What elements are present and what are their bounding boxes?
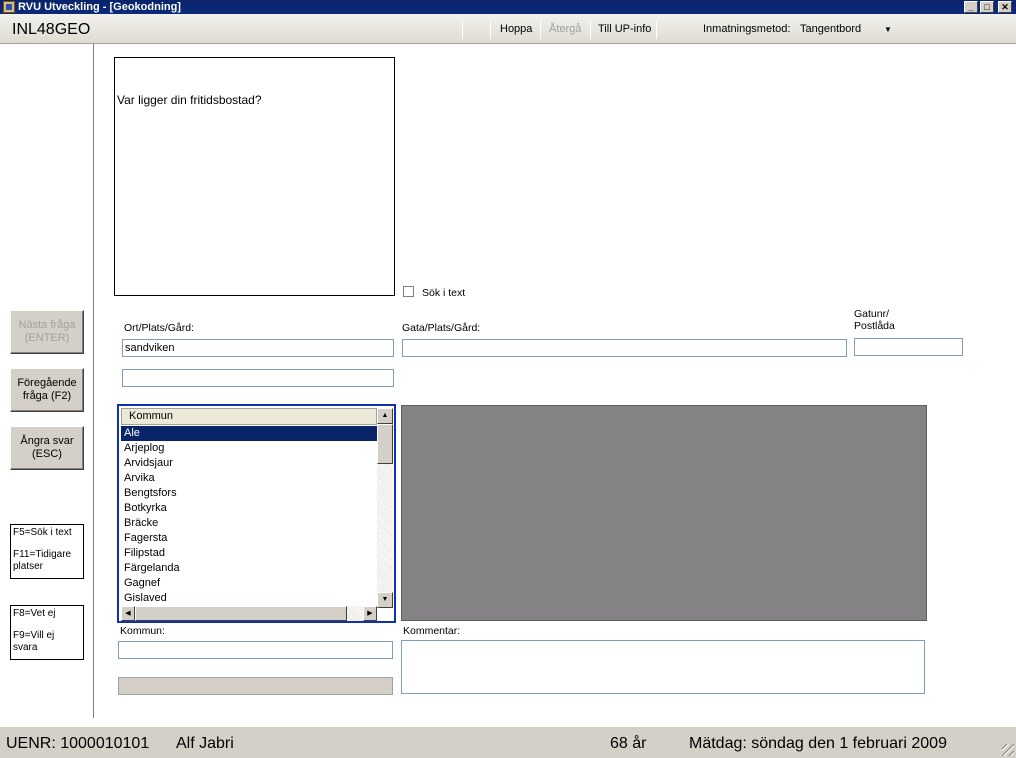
help-f5: F5=Sök i text: [13, 527, 72, 538]
gatunr-label: Gatunr/ Postlåda: [854, 308, 895, 332]
kommun-column-header[interactable]: Kommun: [121, 408, 377, 425]
maximize-button[interactable]: □: [980, 1, 994, 13]
kommun-list-rows: Ale Arjeplog Arvidsjaur Arvika Bengtsfors Bot…: [121, 426, 377, 606]
horizontal-scrollbar[interactable]: ◀ ▶: [121, 606, 377, 621]
search-in-text-label: Sök i text: [422, 287, 466, 299]
kommun-label: Kommun:: [120, 625, 165, 637]
window-title: RVU Utveckling - [Geokodning]: [18, 1, 181, 13]
search-in-text-checkbox[interactable]: [403, 286, 414, 297]
measurement-day: Mätdag: söndag den 1 februari 2009: [689, 735, 947, 752]
vertical-scroll-thumb[interactable]: [377, 424, 393, 464]
list-item[interactable]: Ale: [121, 426, 377, 441]
resize-grip-icon[interactable]: [1002, 744, 1014, 756]
uenr-text: UENR: 1000010101: [6, 735, 150, 752]
toolbar-separator: [590, 21, 591, 39]
input-method-label: Inmatningsmetod:: [703, 23, 791, 35]
map-panel: [401, 405, 927, 621]
question-box: Var ligger din fritidsbostad?: [114, 57, 395, 296]
list-item[interactable]: Fagersta: [121, 531, 377, 546]
atergå-button[interactable]: Återgå: [549, 23, 581, 35]
gata-label: Gata/Plats/Gård:: [402, 322, 481, 334]
ort-input[interactable]: sandviken: [122, 339, 394, 357]
input-method-dropdown[interactable]: Tangentbord: [800, 23, 861, 35]
left-panel: Nästa fråga (ENTER) Föregående fråga (F2…: [0, 44, 94, 718]
title-bar: RVU Utveckling - [Geokodning] _ □ ✕: [0, 0, 1016, 14]
list-item[interactable]: Gagnef: [121, 576, 377, 591]
kommentar-textarea[interactable]: [401, 640, 925, 694]
vertical-scrollbar[interactable]: ▲ ▼: [377, 408, 393, 608]
help-box-search: F5=Sök i text F11=Tidigare platser: [10, 524, 84, 579]
kommun-input[interactable]: [118, 641, 393, 659]
toolbar-separator: [462, 21, 463, 39]
minimize-button[interactable]: _: [964, 1, 978, 13]
respondent-name: Alf Jabri: [176, 735, 234, 752]
help-box-answers: F8=Vet ej F9=Vill ej svara: [10, 605, 84, 660]
gatunr-input[interactable]: [854, 338, 963, 356]
toolbar-separator: [656, 21, 657, 39]
undo-answer-button[interactable]: Ångra svar (ESC): [10, 426, 84, 470]
respondent-age: 68 år: [610, 735, 647, 752]
gata-input[interactable]: [402, 339, 847, 357]
list-item[interactable]: Bengtsfors: [121, 486, 377, 501]
status-bar: UENR: 1000010101 Alf Jabri 68 år Mätdag:…: [0, 726, 1016, 758]
toolbar: INL48GEO Hoppa Återgå Till UP-info Inmat…: [0, 14, 1016, 44]
close-button[interactable]: ✕: [998, 1, 1012, 13]
help-f8: F8=Vet ej: [13, 608, 56, 619]
list-item[interactable]: Färgelanda: [121, 561, 377, 576]
list-item[interactable]: Botkyrka: [121, 501, 377, 516]
kommentar-label: Kommentar:: [403, 625, 461, 637]
scroll-up-icon[interactable]: ▲: [377, 408, 393, 424]
hoppa-button[interactable]: Hoppa: [500, 23, 532, 35]
list-item[interactable]: Arvidsjaur: [121, 456, 377, 471]
toolbar-separator: [490, 21, 491, 39]
form-code: INL48GEO: [12, 21, 91, 38]
chevron-down-icon[interactable]: ▼: [884, 25, 892, 34]
kommun-code-field: [118, 677, 393, 695]
app-icon: [3, 1, 15, 13]
help-f9: F9=Vill ej svara: [13, 630, 55, 653]
secondary-place-input[interactable]: [122, 369, 394, 387]
scroll-down-icon[interactable]: ▼: [377, 592, 393, 608]
list-item[interactable]: Bräcke: [121, 516, 377, 531]
next-question-button[interactable]: Nästa fråga (ENTER): [10, 310, 84, 354]
scroll-right-icon[interactable]: ▶: [363, 606, 377, 621]
ort-label: Ort/Plats/Gård:: [124, 322, 195, 334]
list-item[interactable]: Gislaved: [121, 591, 377, 606]
horizontal-scroll-thumb[interactable]: [135, 606, 347, 621]
list-item[interactable]: Arvika: [121, 471, 377, 486]
help-f11: F11=Tidigare platser: [13, 549, 72, 572]
toolbar-separator: [540, 21, 541, 39]
question-text: Var ligger din fritidsbostad?: [117, 93, 262, 107]
till-up-info-button[interactable]: Till UP-info: [598, 23, 651, 35]
list-item[interactable]: Filipstad: [121, 546, 377, 561]
prev-question-button[interactable]: Föregående fråga (F2): [10, 368, 84, 412]
list-item[interactable]: Arjeplog: [121, 441, 377, 456]
scroll-left-icon[interactable]: ◀: [121, 606, 135, 621]
kommun-listbox[interactable]: Kommun Ale Arjeplog Arvidsjaur Arvika Bengts…: [117, 404, 396, 623]
